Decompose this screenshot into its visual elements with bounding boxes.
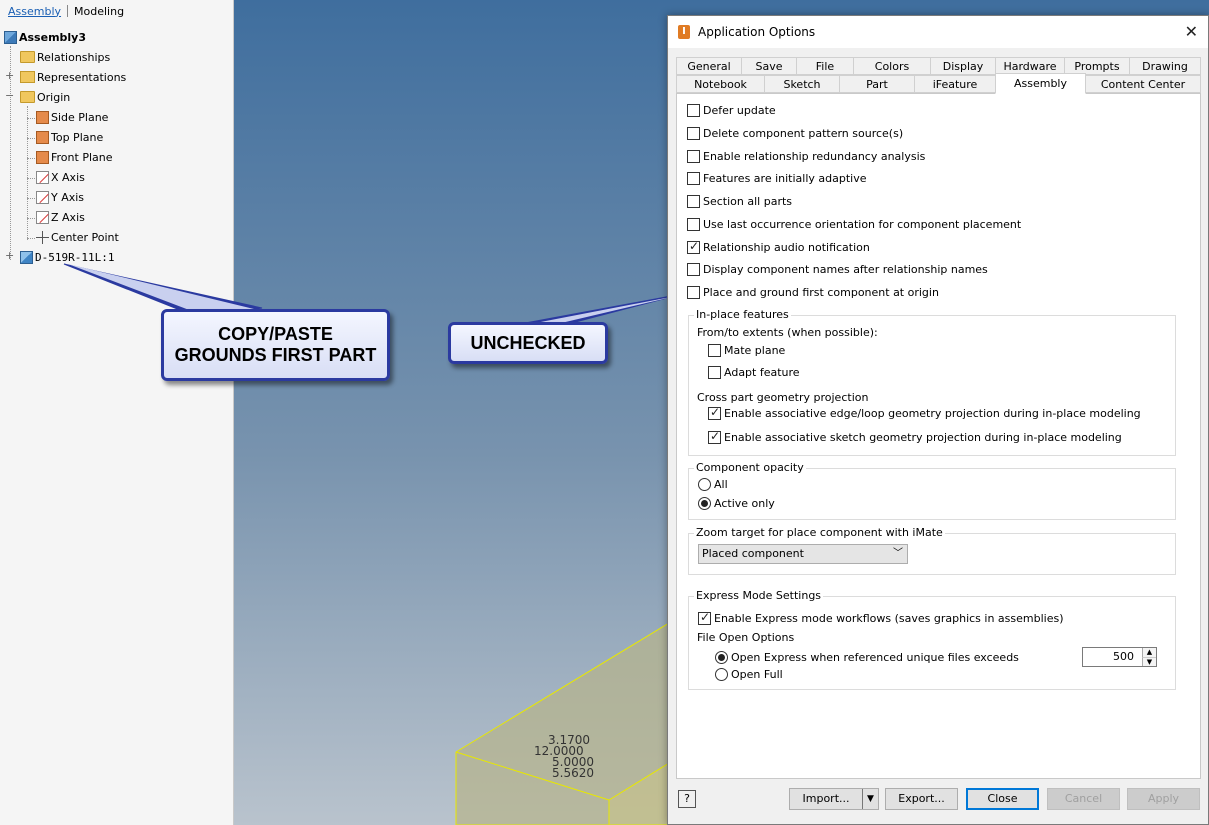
sketch-projection-label: Enable associative sketch geometry proje… [724, 431, 1122, 444]
express-threshold-spinner[interactable]: 500 ▲ ▼ [1082, 647, 1157, 667]
component-opacity-group [688, 468, 1176, 520]
dimension-labels: 3.1700 12.0000 5.0000 5.5620 [534, 734, 594, 780]
radio-label: Open Full [731, 668, 783, 681]
tab-sketch[interactable]: Sketch [764, 75, 840, 93]
component-names-checkbox[interactable] [687, 263, 700, 276]
group-legend: Express Mode Settings [694, 589, 824, 602]
assembly-tab-page: Defer update Delete component pattern so… [676, 93, 1201, 779]
option-label: Display component names after relationsh… [703, 263, 988, 276]
edge-loop-projection-checkbox[interactable] [708, 405, 721, 420]
tab-assembly[interactable]: Assembly [995, 73, 1086, 94]
defer-update-checkbox[interactable] [687, 104, 700, 117]
option-label: Enable relationship redundancy analysis [703, 150, 926, 163]
dialog-title: Application Options [698, 25, 816, 39]
export-button[interactable]: Export... [885, 788, 958, 810]
open-full-radio[interactable] [715, 668, 728, 681]
redundancy-analysis-checkbox[interactable] [687, 150, 700, 163]
express-mode-checkbox[interactable] [698, 610, 711, 625]
edge-loop-label: Enable associative edge/loop geometry pr… [724, 407, 1141, 420]
tab-general[interactable]: General [676, 57, 742, 75]
app-icon: I [678, 25, 690, 39]
adapt-feature-label: Adapt feature [724, 366, 800, 379]
ground-first-component-checkbox[interactable] [687, 286, 700, 299]
tab-save[interactable]: Save [741, 57, 797, 75]
callout-line: GROUNDS FIRST PART [174, 345, 377, 365]
callout-line: UNCHECKED [470, 332, 586, 353]
option-label: Delete component pattern source(s) [703, 127, 904, 140]
option-label: Features are initially adaptive [703, 172, 867, 185]
option-label: Place and ground first component at orig… [703, 286, 939, 299]
spin-up-icon[interactable]: ▲ [1142, 648, 1156, 657]
tab-colors[interactable]: Colors [853, 57, 931, 75]
chevron-down-icon: ﹀ [893, 548, 903, 559]
tab-file[interactable]: File [796, 57, 854, 75]
open-express-radio[interactable] [715, 651, 728, 664]
cross-part-label: Cross part geometry projection [697, 391, 869, 404]
tab-content-center[interactable]: Content Center [1085, 75, 1201, 93]
apply-button[interactable]: Apply [1127, 788, 1200, 810]
import-button[interactable]: Import... ▼ [789, 788, 879, 810]
radio-label: All [714, 478, 728, 491]
cancel-button[interactable]: Cancel [1047, 788, 1120, 810]
file-open-label: File Open Options [697, 631, 795, 644]
radio-label: Active only [714, 497, 775, 510]
group-legend: In-place features [694, 308, 791, 321]
callout-line: COPY/PASTE [218, 324, 333, 344]
section-all-parts-checkbox[interactable] [687, 195, 700, 208]
option-label: Defer update [703, 104, 776, 117]
group-legend: Zoom target for place component with iMa… [694, 526, 945, 539]
spinner-value: 500 [1113, 650, 1134, 663]
extents-label: From/to extents (when possible): [697, 326, 878, 339]
help-button[interactable]: ? [678, 790, 696, 808]
select-value: Placed component [702, 547, 804, 560]
initially-adaptive-checkbox[interactable] [687, 172, 700, 185]
zoom-target-select[interactable]: Placed component ﹀ [698, 544, 908, 564]
dialog-titlebar[interactable]: I Application Options ✕ [668, 16, 1208, 48]
express-mode-label: Enable Express mode workflows (saves gra… [714, 612, 1064, 625]
application-options-dialog: I Application Options ✕ General Save Fil… [667, 15, 1209, 825]
mate-plane-checkbox[interactable] [708, 344, 721, 357]
relationship-audio-checkbox[interactable] [687, 239, 700, 254]
radio-label: Open Express when referenced unique file… [731, 651, 1019, 664]
mate-plane-label: Mate plane [724, 344, 786, 357]
tab-notebook[interactable]: Notebook [676, 75, 765, 93]
tab-drawing[interactable]: Drawing [1129, 57, 1201, 75]
spin-down-icon[interactable]: ▼ [1142, 657, 1156, 666]
option-label: Relationship audio notification [703, 241, 870, 254]
opacity-active-only-radio[interactable] [698, 497, 711, 510]
option-label: Use last occurrence orientation for comp… [703, 218, 1022, 231]
close-button[interactable]: Close [966, 788, 1039, 810]
button-label: Import... [802, 792, 850, 805]
tab-display[interactable]: Display [930, 57, 996, 75]
sketch-projection-checkbox[interactable] [708, 429, 721, 444]
group-legend: Component opacity [694, 461, 806, 474]
tab-ifeature[interactable]: iFeature [914, 75, 996, 93]
tab-part[interactable]: Part [839, 75, 915, 93]
close-icon[interactable]: ✕ [1185, 22, 1198, 41]
adapt-feature-checkbox[interactable] [708, 366, 721, 379]
last-occurrence-orientation-checkbox[interactable] [687, 218, 700, 231]
callout-unchecked: UNCHECKED [448, 322, 608, 364]
callout-copy-paste: COPY/PASTE GROUNDS FIRST PART [161, 309, 390, 381]
delete-pattern-source-checkbox[interactable] [687, 127, 700, 140]
dimension-label: 5.5620 [552, 766, 594, 780]
chevron-down-icon[interactable]: ▼ [862, 789, 878, 809]
option-label: Section all parts [703, 195, 793, 208]
opacity-all-radio[interactable] [698, 478, 711, 491]
